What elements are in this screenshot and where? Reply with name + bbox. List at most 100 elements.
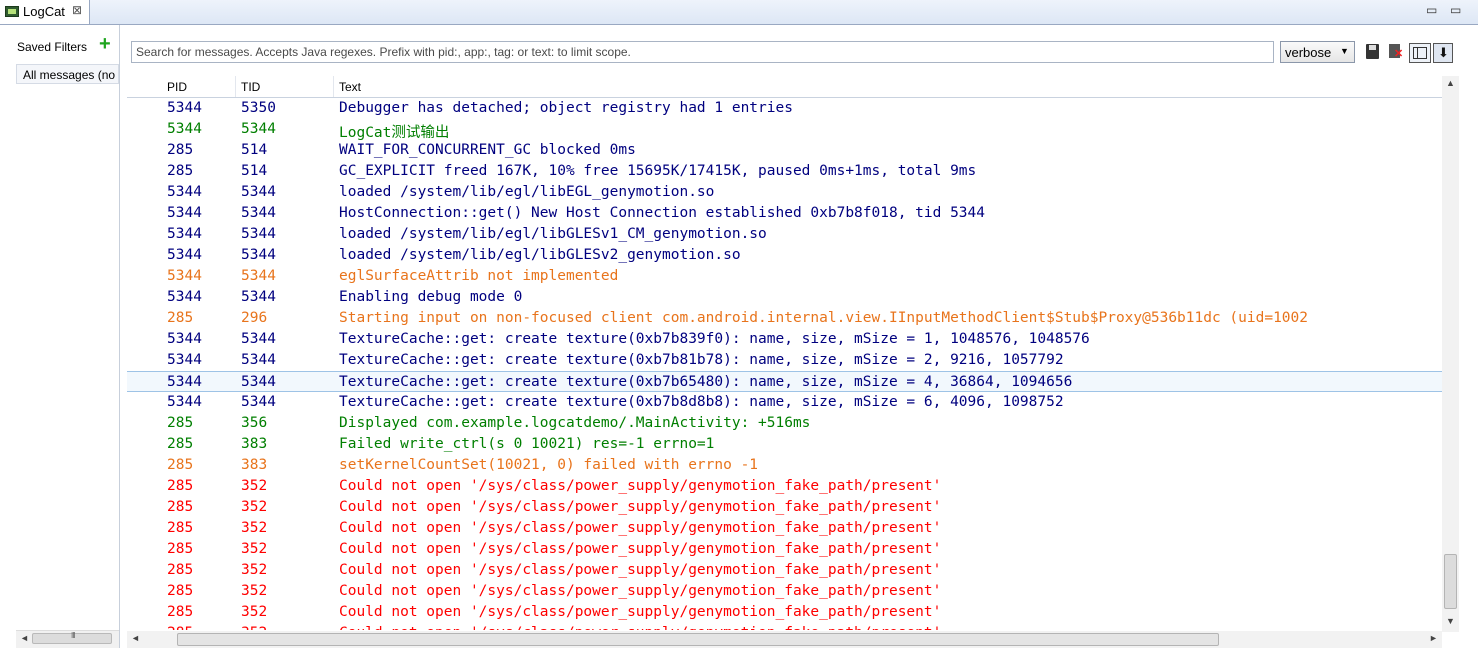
cell-tid: 5344 [241, 289, 276, 305]
cell-text: LogCat测试输出 [339, 125, 450, 141]
tab-label: LogCat [23, 4, 65, 19]
cell-pid: 5344 [167, 121, 202, 137]
cell-pid: 285 [167, 625, 193, 630]
cell-pid: 285 [167, 562, 194, 578]
table-row[interactable]: 5344 5344 loaded /system/lib/egl/libEGL_ge… [127, 182, 1442, 203]
scroll-lock-icon[interactable] [1433, 43, 1453, 63]
minimize-icon[interactable]: ▭ [1426, 3, 1437, 17]
log-level-select[interactable]: verbose ▼ [1280, 41, 1355, 63]
cell-pid: 285 [167, 310, 194, 326]
log-table-body[interactable]: 5344 5350 Debugger has detached; object re… [127, 98, 1442, 630]
cell-tid: 5350 [241, 100, 276, 116]
search-input[interactable] [131, 41, 1274, 63]
maximize-icon[interactable]: ▭ [1450, 3, 1461, 17]
log-level-value: verbose [1285, 45, 1332, 60]
table-row[interactable]: 5344 5344 LogCat测试输出 [127, 119, 1442, 141]
cell-text: loaded /system/lib/egl/libEGL_genymotion… [339, 184, 715, 200]
column-divider[interactable] [333, 76, 334, 97]
table-row[interactable]: 285 514 WAIT_FOR_CONCURRENT_GC blocked 0ms [127, 140, 1442, 161]
cell-text: Enabling debug mode 0 [339, 289, 523, 305]
scrollbar-thumb[interactable] [177, 633, 1219, 646]
table-row[interactable]: 285 383 setKernelCountSet(10021, 0) failed… [127, 455, 1442, 476]
saved-filters-title: Saved Filters [17, 40, 88, 54]
log-table-header: PID TID Text [127, 76, 1442, 98]
table-row[interactable]: 5344 5344 Enabling debug mode 0 [127, 287, 1442, 308]
table-row[interactable]: 5344 5344 TextureCache::get: create textur… [127, 329, 1442, 350]
cell-text: WAIT_FOR_CONCURRENT_GC blocked 0ms [339, 142, 636, 158]
table-row[interactable]: 5344 5344 TextureCache::get: create textur… [127, 350, 1442, 371]
cell-tid: 352 [241, 520, 268, 536]
table-row[interactable]: 285 352 Could not open '/sys/class/power_s… [127, 560, 1442, 581]
table-row[interactable]: 285 356 Displayed com.example.logcatdemo/.… [127, 413, 1442, 434]
cell-text: Could not open '/sys/class/power_supply/… [339, 478, 942, 494]
cell-text: HostConnection::get() New Host Connectio… [339, 205, 986, 221]
scrollbar-thumb[interactable]: III [32, 631, 112, 644]
table-row[interactable]: 5344 5344 TextureCache::get: create textur… [127, 371, 1442, 392]
table-row[interactable]: 285 296 Starting input on non-focused clie… [127, 308, 1442, 329]
cell-tid: 5344 [241, 205, 276, 221]
table-row[interactable]: 285 352 Could not open '/sys/class/power_s… [127, 476, 1442, 497]
scroll-left-arrow-icon[interactable]: ◄ [20, 633, 29, 643]
filters-horizontal-scrollbar[interactable]: ◄ III [16, 630, 119, 648]
table-row[interactable]: 5344 5344 TextureCache::get: create textur… [127, 392, 1442, 413]
table-row[interactable]: 285 352 Could not open '/sys/class/power_s… [127, 497, 1442, 518]
cell-text: GC_EXPLICIT freed 167K, 10% free 15695K/… [339, 163, 977, 179]
cell-text: Could not open '/sys/class/power_supply/… [339, 604, 942, 620]
cell-pid: 5344 [167, 374, 202, 390]
cell-pid: 285 [167, 604, 194, 620]
toggle-panel-icon[interactable] [1409, 43, 1431, 63]
cell-text: Could not open '/sys/class/power_supply/… [339, 541, 942, 557]
tab-logcat[interactable]: LogCat ⊠ [0, 0, 90, 24]
column-header-pid[interactable]: PID [167, 80, 187, 94]
table-row[interactable]: 5344 5344 loaded /system/lib/egl/libGLESv2… [127, 245, 1442, 266]
add-filter-icon[interactable]: + [99, 33, 111, 56]
cell-text: TextureCache::get: create texture(0xb7b6… [339, 374, 1073, 390]
table-row[interactable]: 5344 5344 HostConnection::get() New Host C… [127, 203, 1442, 224]
cell-pid: 5344 [167, 331, 202, 347]
table-row[interactable]: 285 352 Could not open '/sys/class/power_s… [127, 581, 1442, 602]
saved-filters-panel: Saved Filters + All messages (no filters… [0, 25, 120, 648]
table-row[interactable]: 5344 5344 loaded /system/lib/egl/libGLESv1… [127, 224, 1442, 245]
column-header-tid[interactable]: TID [241, 80, 260, 94]
column-divider[interactable] [235, 76, 236, 97]
log-horizontal-scrollbar[interactable]: ◄ ► [127, 631, 1442, 648]
cell-pid: 285 [167, 415, 194, 431]
cell-pid: 285 [167, 436, 194, 452]
scrollbar-thumb[interactable] [1444, 554, 1457, 609]
table-row[interactable]: 285 352 Could not open '/sys/class/power_s… [127, 539, 1442, 560]
cell-pid: 5344 [167, 268, 202, 284]
close-icon[interactable]: ⊠ [72, 3, 82, 17]
scroll-down-arrow-icon[interactable]: ▼ [1446, 616, 1455, 626]
cell-tid: 352 [241, 583, 268, 599]
cell-pid: 285 [167, 478, 194, 494]
table-row[interactable]: 285 352 Could not open '/sys/class/power_s… [127, 602, 1442, 623]
cell-text: loaded /system/lib/egl/libGLESv2_genymot… [339, 247, 741, 263]
filter-item-all-messages[interactable]: All messages (no filters) [16, 64, 119, 84]
table-row[interactable]: 5344 5350 Debugger has detached; object re… [127, 98, 1442, 119]
cell-text: TextureCache::get: create texture(0xb7b8… [339, 352, 1064, 368]
cell-pid: 5344 [167, 184, 202, 200]
clear-log-icon[interactable] [1387, 43, 1405, 61]
table-row[interactable]: 285 352 Could not open '/sys/class/power_s… [127, 518, 1442, 539]
cell-tid: 352 [241, 541, 268, 557]
cell-text: eglSurfaceAttrib not implemented [339, 268, 619, 284]
cell-tid: 5344 [241, 121, 276, 137]
grip-icon: III [71, 631, 76, 640]
table-row[interactable]: 5344 5344 eglSurfaceAttrib not implemented [127, 266, 1442, 287]
table-row[interactable]: 285 383 Failed write_ctrl(s 0 10021) res=-… [127, 434, 1442, 455]
save-icon[interactable] [1364, 43, 1382, 61]
scroll-left-arrow-icon[interactable]: ◄ [131, 633, 140, 643]
log-vertical-scrollbar[interactable]: ▲ ▼ [1442, 76, 1459, 632]
scroll-up-arrow-icon[interactable]: ▲ [1446, 78, 1455, 88]
scroll-right-arrow-icon[interactable]: ► [1429, 633, 1438, 643]
cell-text: Failed write_ctrl(s 0 10021) res=-1 errn… [339, 436, 715, 452]
column-header-text[interactable]: Text [339, 80, 361, 94]
cell-text: Displayed com.example.logcatdemo/.MainAc… [339, 415, 811, 431]
table-row[interactable]: 285 514 GC_EXPLICIT freed 167K, 10% free 1… [127, 161, 1442, 182]
cell-text: Could not open '/sys/class/power_supply/… [339, 499, 942, 515]
cell-pid: 5344 [167, 226, 202, 242]
filter-item-label: All messages (no filters) [23, 68, 118, 82]
cell-tid: 5344 [241, 184, 276, 200]
cell-text: Could not open '/sys/class/power_supply/… [339, 583, 942, 599]
table-row[interactable]: 285 352 Could not open '/sys/class/power_s… [127, 623, 1442, 630]
